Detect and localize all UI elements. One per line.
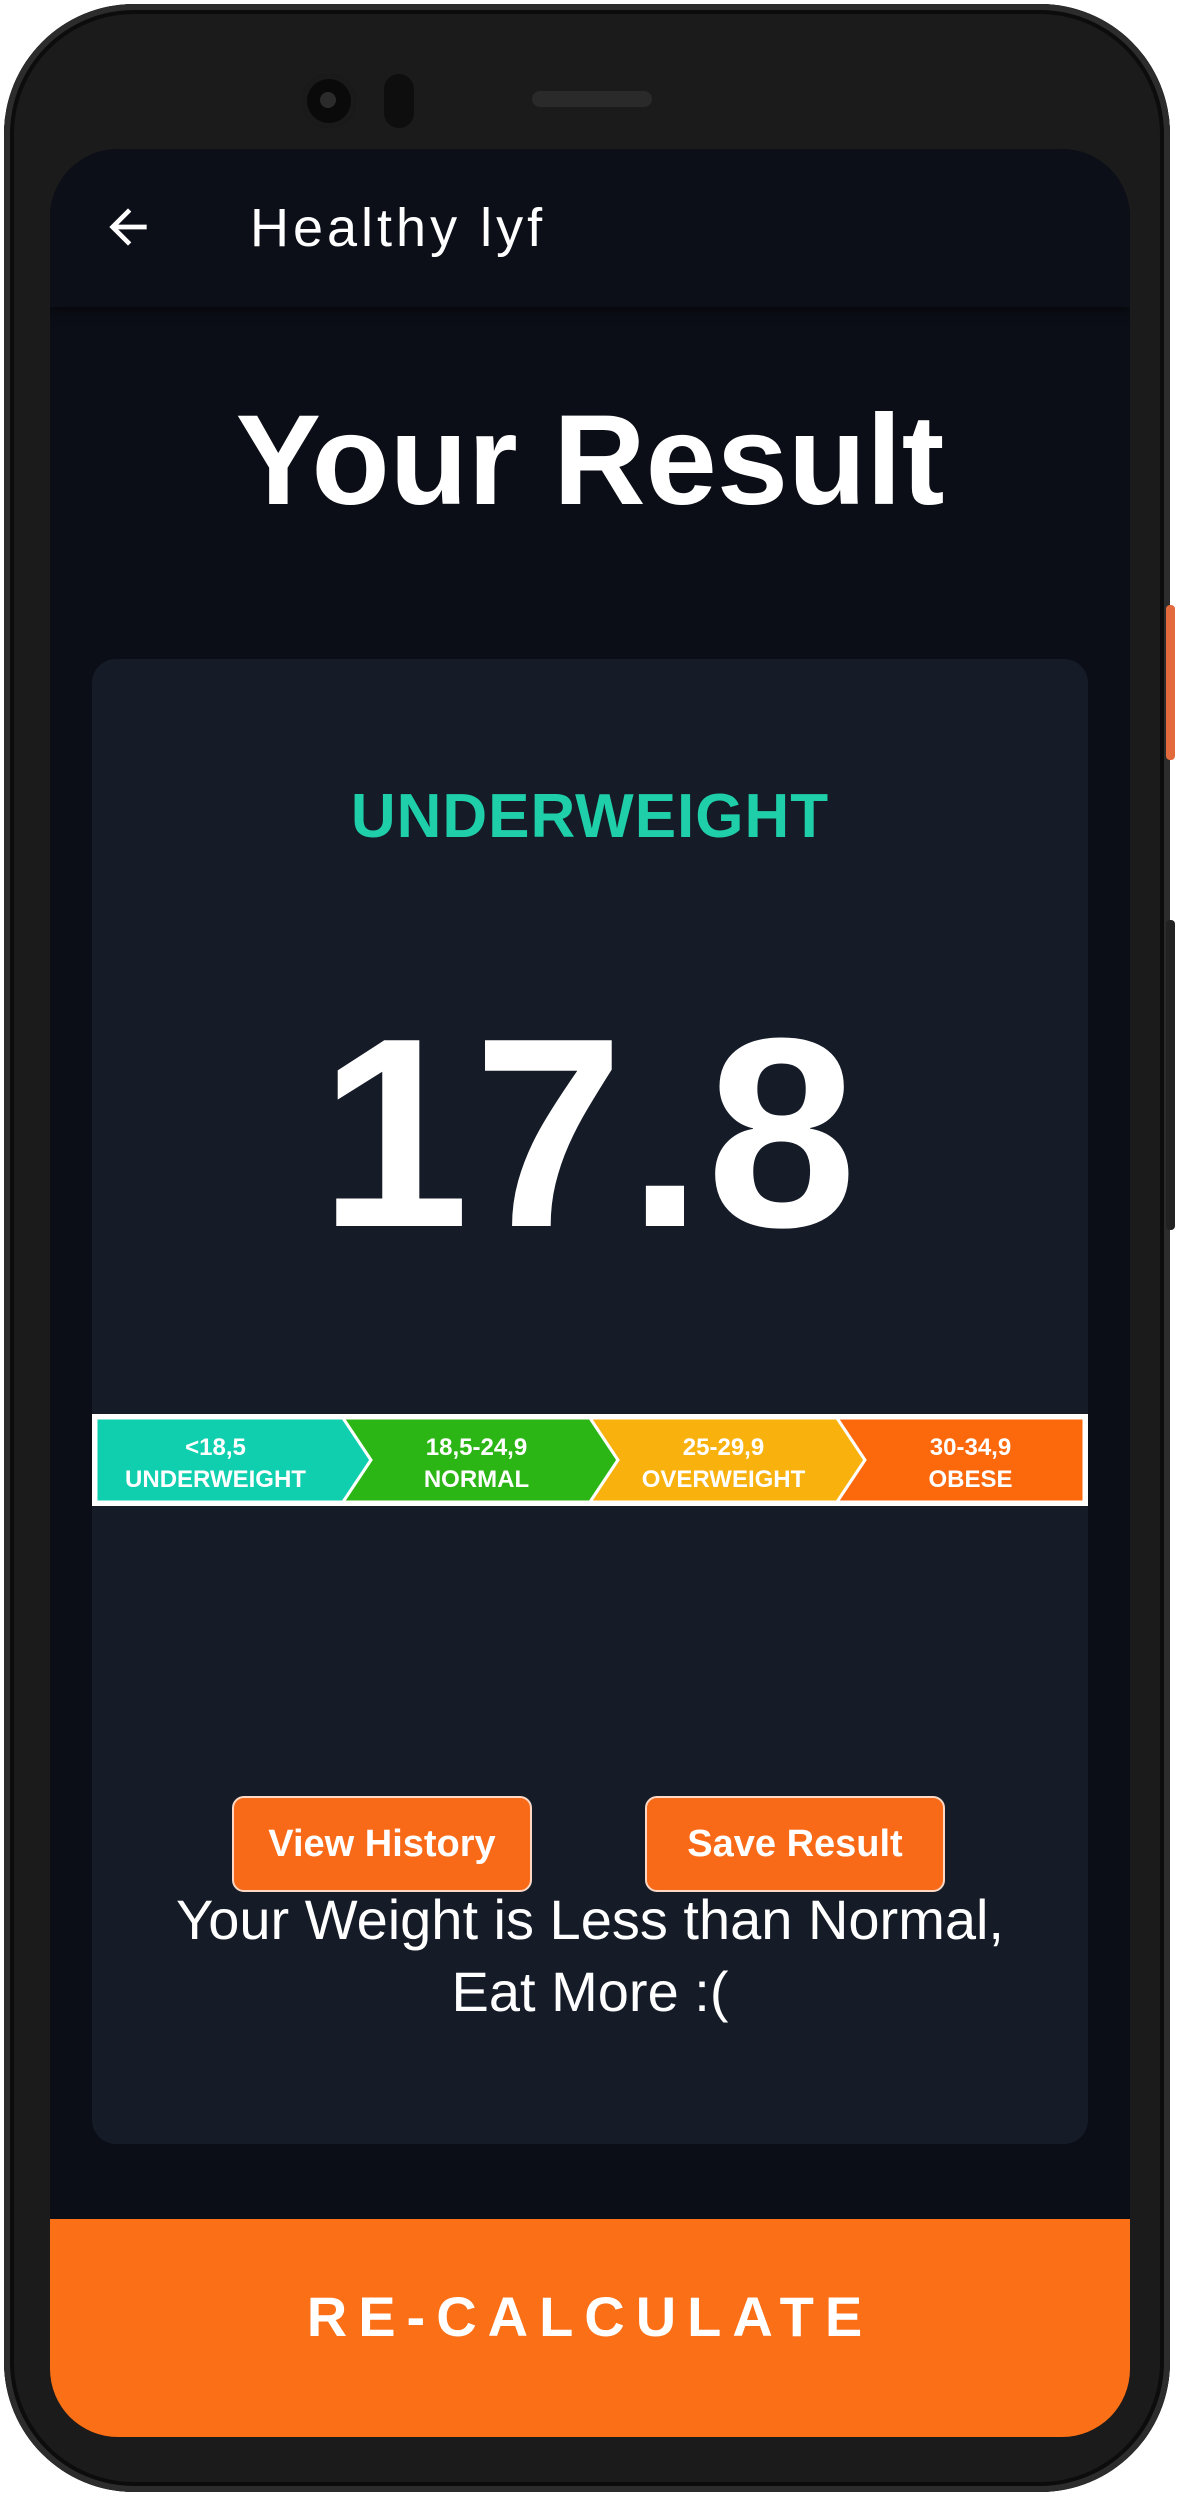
page-title: Your Result xyxy=(235,389,945,532)
bmi-scale-graphic: <18,5 UNDERWEIGHT 18,5-24,9 NORMAL 25-29,9 OV… xyxy=(96,1418,1084,1502)
bmi-value: 17.8 xyxy=(319,983,861,1284)
save-result-button[interactable]: Save Result xyxy=(645,1796,945,1892)
recalculate-label: RE-CALCULATE xyxy=(306,2284,874,2348)
scale-category-label: UNDERWEIGHT xyxy=(125,1466,306,1493)
scale-category-label: OBESE xyxy=(928,1466,1012,1493)
app-screen: Healthy lyf Your Result UNDERWEIGHT 17.8… xyxy=(50,149,1130,2437)
result-card: UNDERWEIGHT 17.8 <18,5 UNDERWEIGHT 18,5-24… xyxy=(92,659,1088,2144)
recalculate-button[interactable]: RE-CALCULATE xyxy=(50,2219,1130,2437)
front-camera-icon xyxy=(302,74,356,128)
bmi-scale: <18,5 UNDERWEIGHT 18,5-24,9 NORMAL 25-29,9 OV… xyxy=(92,1414,1088,1506)
scale-category-label: NORMAL xyxy=(424,1466,529,1493)
scale-range-label: <18,5 xyxy=(185,1434,246,1461)
volume-button xyxy=(1166,920,1175,1230)
phone-frame: Healthy lyf Your Result UNDERWEIGHT 17.8… xyxy=(4,4,1170,2492)
result-message-line-1: Your Weight is Less than Normal, xyxy=(176,1888,1004,1951)
scale-range-label: 25-29,9 xyxy=(683,1434,764,1461)
app-title: Healthy lyf xyxy=(250,198,547,258)
result-message-line-2: Eat More :( xyxy=(451,1960,729,2023)
scale-category-label: OVERWEIGHT xyxy=(642,1466,806,1493)
result-message: Your Weight is Less than Normal, Eat Mor… xyxy=(132,1884,1048,2028)
view-history-button[interactable]: View History xyxy=(232,1796,532,1892)
back-arrow-icon[interactable] xyxy=(100,199,156,255)
action-row: View History Save Result xyxy=(92,1796,1088,1896)
app-bar: Healthy lyf xyxy=(50,149,1130,307)
earpiece-speaker xyxy=(532,91,652,107)
scale-range-label: 18,5-24,9 xyxy=(426,1434,527,1461)
power-button xyxy=(1166,605,1175,760)
proximity-sensor xyxy=(384,74,414,128)
scale-range-label: 30-34,9 xyxy=(930,1434,1011,1461)
bmi-category: UNDERWEIGHT xyxy=(350,782,830,851)
